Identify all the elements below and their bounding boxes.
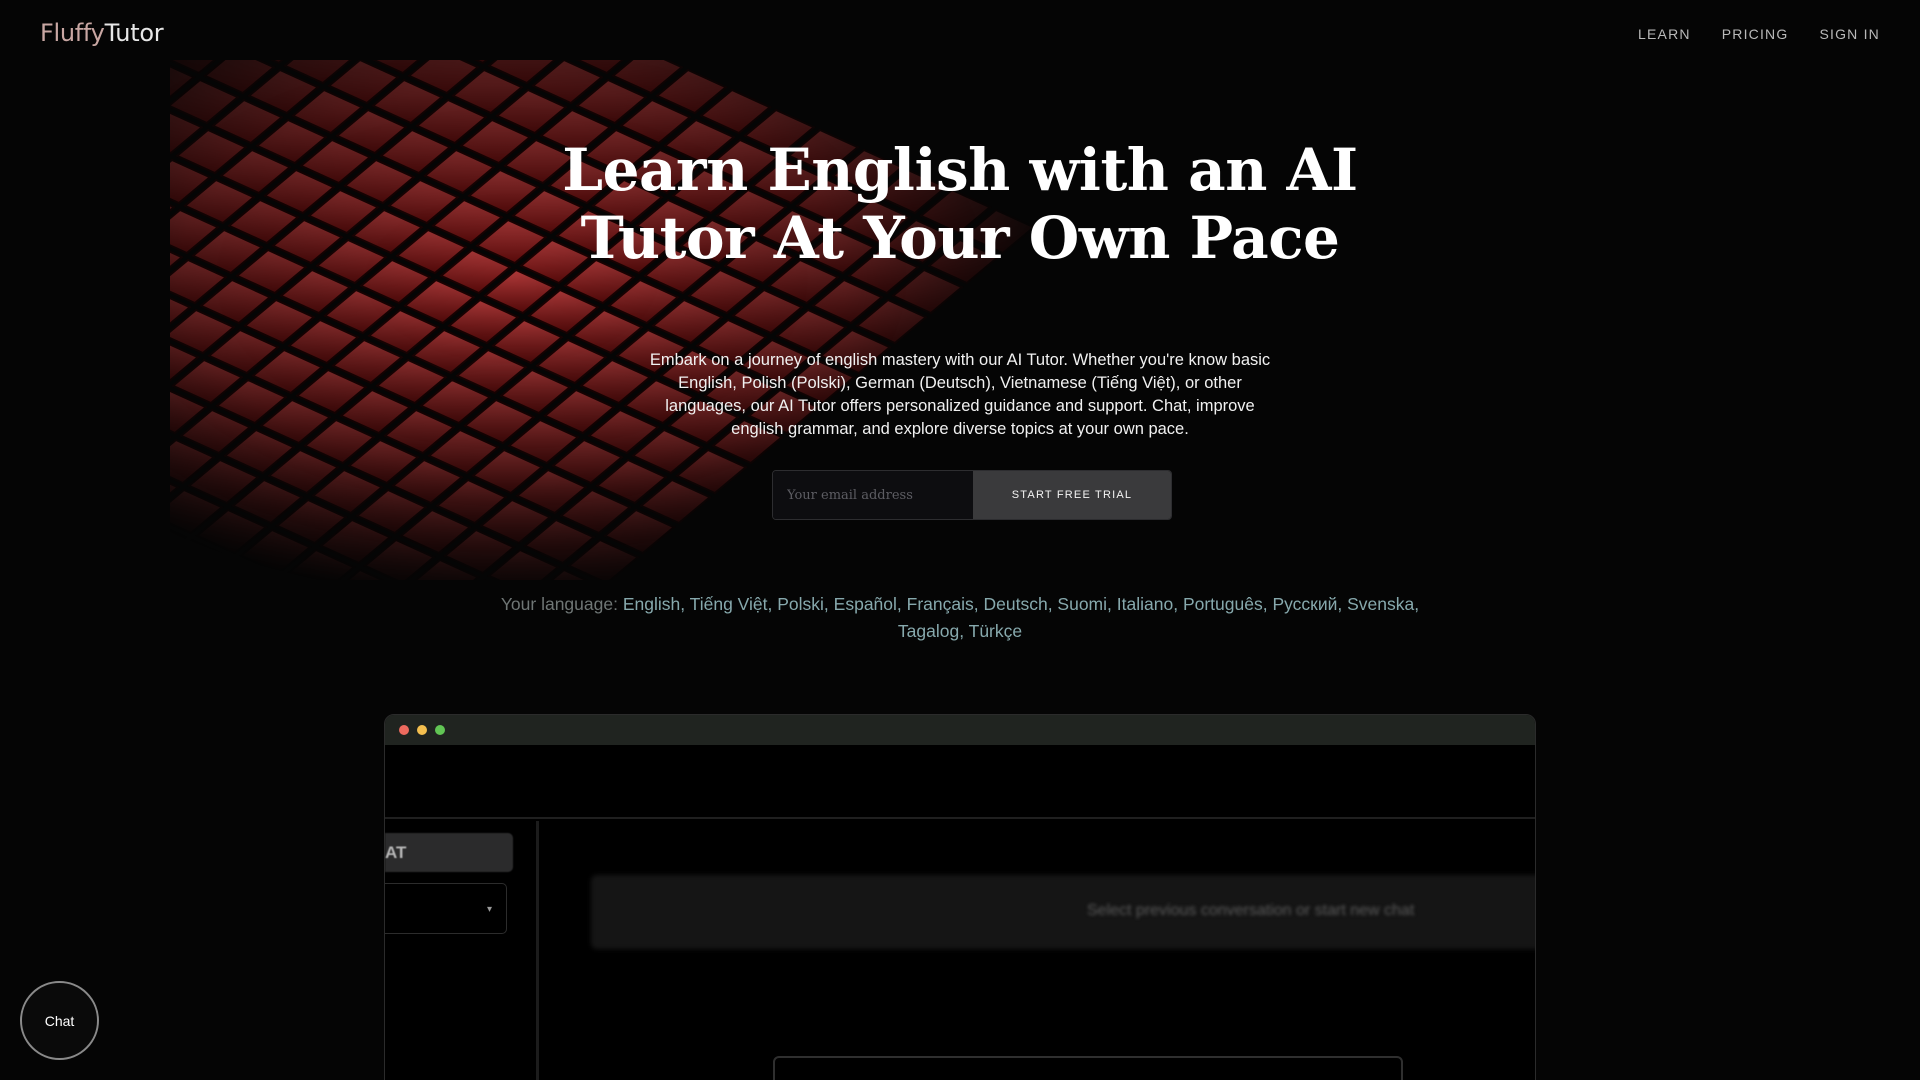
language-link[interactable]: Suomi [1053,594,1107,614]
nav-pricing-link[interactable]: PRICING [1722,26,1789,42]
language-link[interactable]: Tiếng Việt [685,594,768,614]
language-link[interactable]: English [623,594,680,614]
language-link[interactable]: Svenska [1342,594,1414,614]
language-selector: Your language: English, Tiếng Việt, Pols… [470,591,1450,645]
window-titlebar [385,715,1535,745]
language-link[interactable]: Polski [772,594,824,614]
hero-description: Embark on a journey of english mastery w… [649,351,1271,438]
chevron-down-icon: ▾ [486,904,492,915]
start-free-trial-button[interactable]: START FREE TRIAL [973,471,1171,519]
chat-widget-button[interactable]: Chat [20,981,99,1060]
nav-learn-link[interactable]: LEARN [1638,26,1691,42]
language-separator: , [1414,594,1420,614]
empty-state-text: Select previous conversation or start ne… [1087,902,1415,919]
language-link[interactable]: Français [902,594,974,614]
language-link[interactable]: Italiano [1112,594,1173,614]
app-preview-sidebar: AT ▾ [385,821,539,1080]
email-input[interactable] [773,471,973,519]
signup-form: START FREE TRIAL [772,470,1172,520]
top-nav: LEARN PRICING SIGN IN [1638,26,1880,42]
language-link[interactable]: Русский [1268,594,1337,614]
window-close-dot [399,725,409,735]
brand-logo[interactable]: FluffyTutor [40,19,164,47]
language-link[interactable]: Türkçe [964,621,1023,641]
brand-logo-part2: Tutor [104,19,164,47]
hero-title: Learn English with an AI Tutor At Your O… [562,136,1358,272]
nav-signin-link[interactable]: SIGN IN [1819,26,1880,42]
language-label: Your language: [500,594,618,614]
app-preview-header [385,745,1535,819]
window-minimize-dot [417,725,427,735]
language-link[interactable]: Deutsch [979,594,1047,614]
window-maximize-dot [435,725,445,735]
language-link[interactable]: Tagalog [898,621,959,641]
brand-logo-part1: Fluffy [40,19,105,47]
app-preview-window: AT ▾ Select previous conversation or sta… [384,714,1536,1080]
new-chat-button: AT [385,833,513,872]
conversation-select: ▾ [385,883,507,934]
language-link[interactable]: Português [1178,594,1263,614]
language-link[interactable]: Español [829,594,897,614]
message-composer [773,1056,1403,1080]
